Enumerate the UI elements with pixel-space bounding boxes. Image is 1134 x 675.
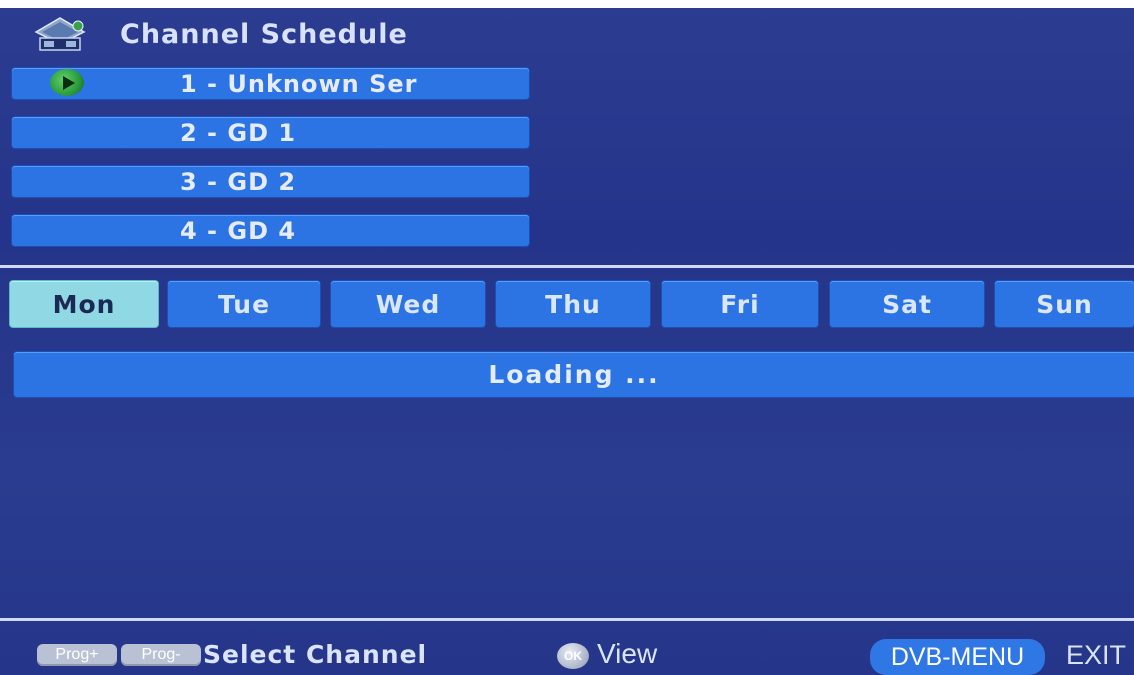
channel-item-4[interactable]: 4 - GD 4 [12,215,529,246]
prog-minus-button[interactable]: Prog- [121,644,201,666]
day-tabs: Mon Tue Wed Thu Fri Sat Sun [10,281,1134,329]
schedule-icon [30,14,90,54]
header: Channel Schedule [30,12,408,56]
loading-status: Loading ... [14,352,1134,397]
tab-mon[interactable]: Mon [10,281,158,327]
divider-bottom [0,618,1134,621]
play-icon [50,69,84,96]
channel-list: 1 - Unknown Ser 2 - GD 1 3 - GD 2 4 - GD… [12,68,529,264]
channel-schedule-screen: Channel Schedule 1 - Unknown Ser 2 - GD … [0,0,1134,675]
tab-tue[interactable]: Tue [168,281,320,327]
dvb-menu-button[interactable]: DVB-MENU [870,639,1045,675]
channel-item-3[interactable]: 3 - GD 2 [12,166,529,197]
channel-item-1[interactable]: 1 - Unknown Ser [12,68,529,99]
channel-label: 2 - GD 1 [180,119,297,147]
view-label: View [597,638,658,669]
tab-wed[interactable]: Wed [331,281,485,327]
footer-bar: Prog+ Prog- Select Channel OK View DVB-M… [0,632,1134,675]
channel-label: 1 - Unknown Ser [180,70,418,98]
channel-label: 4 - GD 4 [180,217,297,245]
tab-fri[interactable]: Fri [662,281,818,327]
tab-sun[interactable]: Sun [995,281,1134,327]
select-channel-label: Select Channel [203,640,428,669]
ok-button[interactable]: OK [557,643,589,669]
channel-item-2[interactable]: 2 - GD 1 [12,117,529,148]
divider-top [0,265,1134,268]
tab-sat[interactable]: Sat [830,281,984,327]
tab-thu[interactable]: Thu [496,281,650,327]
exit-label[interactable]: EXIT [1066,640,1126,671]
channel-label: 3 - GD 2 [180,168,297,196]
page-title: Channel Schedule [120,18,408,50]
top-band [0,0,1134,8]
prog-plus-button[interactable]: Prog+ [37,644,117,666]
